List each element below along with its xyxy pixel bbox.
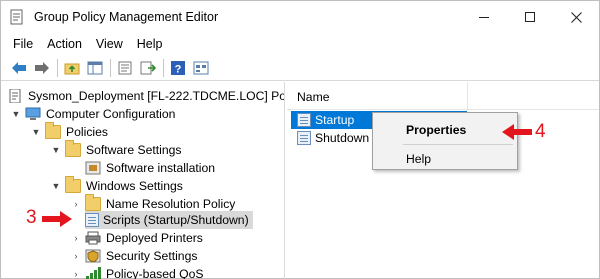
help-icon: ? xyxy=(171,60,185,75)
annotation-arrow-right-icon xyxy=(42,211,72,227)
column-divider[interactable] xyxy=(467,82,468,110)
folder-icon xyxy=(45,122,61,139)
tree-label: Computer Configuration xyxy=(46,107,176,121)
tree-node-scripts[interactable]: Scripts (Startup/Shutdown) xyxy=(85,211,253,229)
menu-view[interactable]: View xyxy=(89,37,130,51)
maximize-icon xyxy=(525,12,535,22)
close-icon xyxy=(570,11,582,23)
toolbar-separator xyxy=(110,58,111,77)
forward-button[interactable] xyxy=(32,58,52,78)
up-folder-icon xyxy=(64,63,80,74)
annotation-arrow-left-icon xyxy=(502,124,532,140)
minimize-icon xyxy=(479,16,489,18)
svg-text:?: ? xyxy=(175,63,182,75)
back-arrow-icon xyxy=(12,61,26,74)
security-settings-icon xyxy=(85,249,101,263)
gpo-document-icon xyxy=(9,89,21,103)
forward-arrow-icon xyxy=(35,61,49,74)
toolbar-separator xyxy=(57,58,58,77)
column-header-name[interactable]: Name xyxy=(297,90,330,104)
console-tree-button[interactable] xyxy=(191,58,211,78)
console-tree: Sysmon_Deployment [FL-222.TDCME.LOC] Pol… xyxy=(1,82,285,279)
list-item-label: Shutdown xyxy=(315,131,370,145)
computer-icon xyxy=(25,107,41,120)
menu-help[interactable]: Help xyxy=(130,37,170,51)
script-icon xyxy=(297,113,311,127)
back-button[interactable] xyxy=(9,58,29,78)
tree-node-deployed-printers[interactable]: › Deployed Printers xyxy=(71,229,203,247)
toolbar: ? xyxy=(1,55,599,81)
chevron-down-icon[interactable]: ▼ xyxy=(51,145,61,155)
tree-node-policy-based-qos[interactable]: › Policy-based QoS xyxy=(71,265,204,279)
console-tree-icon xyxy=(193,61,209,74)
chevron-right-icon[interactable]: › xyxy=(71,251,81,261)
tree-label: Software installation xyxy=(106,161,216,175)
folder-icon xyxy=(85,194,101,211)
export-list-button[interactable] xyxy=(138,58,158,78)
tree-node-windows-settings[interactable]: ▼ Windows Settings xyxy=(51,176,183,195)
tree-label: Software Settings xyxy=(86,143,182,157)
chevron-down-icon[interactable]: ▼ xyxy=(51,181,61,191)
qos-bar-chart-icon xyxy=(86,267,101,279)
gpme-window: Group Policy Management Editor File Acti… xyxy=(0,0,600,279)
tree-node-security-settings[interactable]: › Security Settings xyxy=(71,247,198,265)
annotation-step-4: 4 xyxy=(535,121,546,142)
tree-label: Name Resolution Policy xyxy=(106,197,236,211)
up-level-button[interactable] xyxy=(62,58,82,78)
tree-node-gpo-root[interactable]: Sysmon_Deployment [FL-222.TDCME.LOC] Pol… xyxy=(7,87,285,105)
properties-icon xyxy=(118,61,132,74)
tree-node-software-settings[interactable]: ▼ Software Settings xyxy=(51,140,182,159)
tree-label: Policy-based QoS xyxy=(106,267,204,279)
help-button[interactable]: ? xyxy=(168,58,188,78)
show-hide-tree-button[interactable] xyxy=(85,58,105,78)
tree-label: Sysmon_Deployment [FL-222.TDCME.LOC] Pol… xyxy=(28,89,285,103)
printer-icon xyxy=(85,231,101,245)
chevron-down-icon[interactable]: ▼ xyxy=(11,109,21,119)
menu-file[interactable]: File xyxy=(6,37,40,51)
script-icon xyxy=(297,131,311,145)
policy-editor-app-icon xyxy=(10,9,23,25)
software-installation-icon xyxy=(85,161,101,175)
chevron-right-icon[interactable]: › xyxy=(71,199,81,209)
tree-node-computer-configuration[interactable]: ▼ Computer Configuration xyxy=(11,105,176,123)
menu-action[interactable]: Action xyxy=(40,37,89,51)
list-item-label: Startup xyxy=(315,113,355,127)
context-menu-separator xyxy=(403,144,513,145)
minimize-button[interactable] xyxy=(461,1,507,33)
title-bar: Group Policy Management Editor xyxy=(1,1,599,33)
context-menu-properties[interactable]: Properties xyxy=(406,123,466,137)
maximize-button[interactable] xyxy=(507,1,553,33)
annotation-step-3: 3 xyxy=(26,207,37,228)
scripts-icon xyxy=(85,213,99,227)
context-menu: Properties Help xyxy=(372,112,518,170)
chevron-down-icon[interactable]: ▼ xyxy=(31,127,41,137)
list-header: Name xyxy=(287,82,599,110)
toolbar-separator xyxy=(163,58,164,77)
menu-bar: File Action View Help xyxy=(1,34,599,54)
tree-label: Deployed Printers xyxy=(106,231,203,245)
tree-label: Windows Settings xyxy=(86,179,183,193)
chevron-right-icon[interactable]: › xyxy=(71,233,81,243)
show-hide-tree-icon xyxy=(87,61,103,74)
window-title: Group Policy Management Editor xyxy=(34,10,219,24)
export-list-icon xyxy=(140,61,156,74)
tree-node-policies[interactable]: ▼ Policies xyxy=(31,122,108,141)
tree-label: Scripts (Startup/Shutdown) xyxy=(103,213,249,227)
folder-icon xyxy=(65,176,81,193)
tree-label: Security Settings xyxy=(106,249,198,263)
tree-label: Policies xyxy=(66,125,108,139)
close-button[interactable] xyxy=(553,1,599,33)
properties-button[interactable] xyxy=(115,58,135,78)
folder-icon xyxy=(65,140,81,157)
context-menu-help[interactable]: Help xyxy=(406,152,431,166)
chevron-right-icon[interactable]: › xyxy=(71,269,81,279)
tree-node-software-installation[interactable]: Software installation xyxy=(85,159,215,177)
